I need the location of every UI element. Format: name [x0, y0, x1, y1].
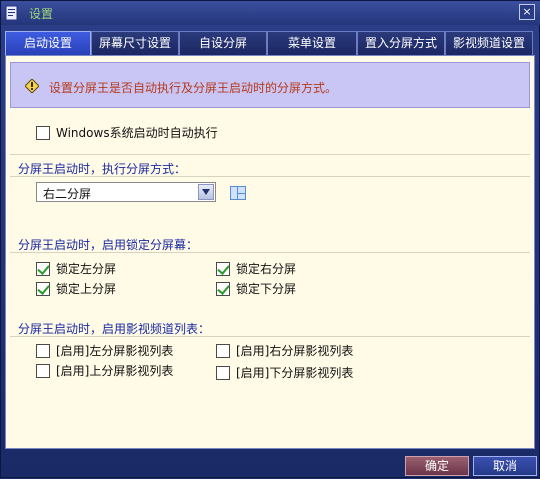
lock-left-label: 锁定左分屏: [56, 262, 117, 276]
split-layout-icon[interactable]: [230, 186, 246, 200]
split-mode-heading: 分屏王启动时，执行分屏方式：: [18, 162, 187, 176]
info-text: 设置分屏王是否自动执行及分屏王启动时的分屏方式。: [49, 81, 338, 95]
cancel-button[interactable]: 取消: [473, 456, 537, 476]
close-icon: ×: [522, 5, 532, 18]
check-icon[interactable]: [36, 261, 50, 276]
lock-right-checkbox[interactable]: 锁定右分屏: [216, 260, 296, 277]
lock-right-label: 锁定右分屏: [236, 262, 297, 276]
lock-screens-heading: 分屏王启动时，启用锁定分屏幕：: [18, 238, 199, 252]
autostart-check-box[interactable]: [36, 125, 50, 140]
tab-menu[interactable]: 菜单设置: [267, 31, 357, 55]
check-icon[interactable]: [216, 261, 230, 276]
lock-bottom-checkbox[interactable]: 锁定下分屏: [216, 280, 296, 297]
close-button[interactable]: ×: [519, 4, 535, 20]
check-icon[interactable]: [216, 281, 230, 296]
info-banner: 设置分屏王是否自动执行及分屏王启动时的分屏方式。: [10, 62, 530, 108]
split-mode-select[interactable]: 右二分屏: [36, 182, 216, 202]
tab-startup[interactable]: 启动设置: [5, 31, 91, 55]
window-title: 设置: [29, 7, 54, 21]
tab-bar: 启动设置 屏幕尺寸设置 自设分屏 菜单设置 置入分屏方式 影视频道设置: [5, 31, 535, 55]
video-bottom-label: [启用]下分屏影视列表: [236, 366, 354, 380]
tab-screen-size[interactable]: 屏幕尺寸设置: [91, 31, 179, 55]
video-left-check-box[interactable]: [36, 343, 50, 358]
tab-custom-split[interactable]: 自设分屏: [179, 31, 267, 55]
divider: [10, 252, 530, 253]
tab-insert-split[interactable]: 置入分屏方式: [357, 31, 445, 55]
dropdown-button[interactable]: [198, 184, 214, 200]
lock-top-label: 锁定上分屏: [56, 282, 117, 296]
lock-bottom-label: 锁定下分屏: [236, 282, 297, 296]
video-right-label: [启用]右分屏影视列表: [236, 344, 354, 358]
video-right-checkbox[interactable]: [启用]右分屏影视列表: [216, 342, 353, 359]
split-mode-value: 右二分屏: [43, 187, 92, 201]
autostart-checkbox[interactable]: Windows系统启动时自动执行: [36, 124, 218, 141]
title-bar[interactable]: 设置 ×: [1, 1, 540, 25]
tab-video-channel[interactable]: 影视频道设置: [445, 31, 533, 55]
ok-button[interactable]: 确定: [405, 456, 469, 476]
dialog-footer: 确定 取消: [1, 453, 540, 479]
video-left-checkbox[interactable]: [启用]左分屏影视列表: [36, 342, 173, 359]
lock-left-checkbox[interactable]: 锁定左分屏: [36, 260, 116, 277]
video-lists-heading: 分屏王启动时，启用影视频道列表：: [18, 322, 211, 336]
lock-top-checkbox[interactable]: 锁定上分屏: [36, 280, 116, 297]
check-icon[interactable]: [36, 281, 50, 296]
divider: [10, 154, 530, 155]
video-left-label: [启用]左分屏影视列表: [56, 344, 174, 358]
video-bottom-checkbox[interactable]: [启用]下分屏影视列表: [216, 364, 353, 381]
video-top-label: [启用]上分屏影视列表: [56, 364, 174, 378]
divider: [10, 336, 530, 337]
diamond-info-icon: [25, 79, 39, 93]
app-icon: [5, 5, 18, 21]
tab-panel-startup: 设置分屏王是否自动执行及分屏王启动时的分屏方式。 Windows系统启动时自动执…: [5, 55, 535, 449]
chevron-down-icon: [202, 189, 210, 195]
settings-window: 设置 × 启动设置 屏幕尺寸设置 自设分屏 菜单设置 置入分屏方式 影视频道设置…: [0, 0, 540, 478]
video-top-check-box[interactable]: [36, 363, 50, 378]
video-bottom-check-box[interactable]: [216, 365, 230, 380]
divider: [10, 176, 530, 177]
video-top-checkbox[interactable]: [启用]上分屏影视列表: [36, 362, 173, 379]
video-right-check-box[interactable]: [216, 343, 230, 358]
autostart-label: Windows系统启动时自动执行: [56, 126, 218, 140]
